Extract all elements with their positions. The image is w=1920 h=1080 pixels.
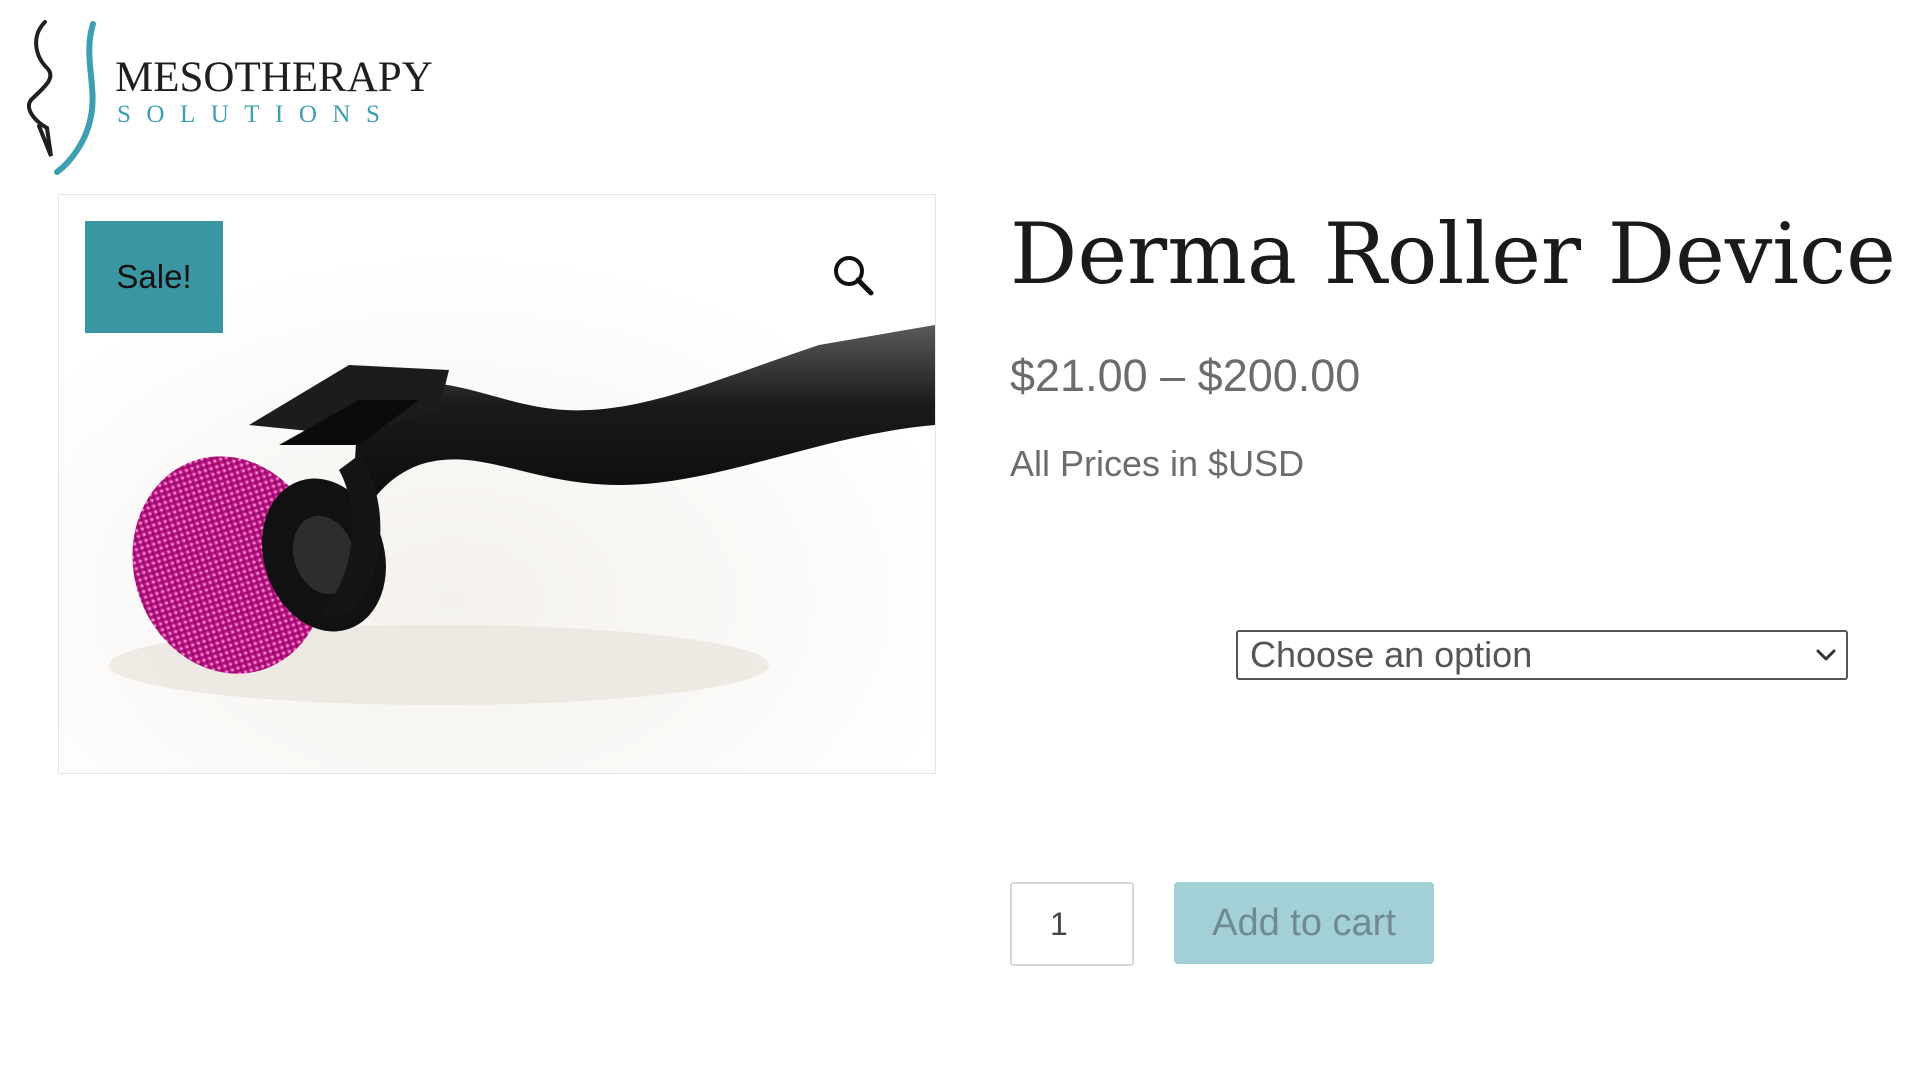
- product-title: Derma Roller Device: [1010, 205, 1896, 303]
- variation-select-value: Choose an option: [1250, 634, 1533, 675]
- zoom-button[interactable]: [823, 245, 883, 305]
- logo-mark-icon: [27, 20, 96, 175]
- quantity-input[interactable]: [1010, 882, 1134, 966]
- logo-wordmark: MESOTHERAPY: [115, 54, 433, 101]
- site-logo[interactable]: MESOTHERAPY SOLUTIONS: [25, 16, 445, 176]
- product-page: MESOTHERAPY SOLUTIONS Sale! Derma Roller…: [0, 0, 1920, 1080]
- search-icon: [834, 256, 874, 296]
- logo-tagline: SOLUTIONS: [117, 101, 396, 128]
- product-price-range: $21.00 – $200.00: [1010, 350, 1361, 401]
- variation-select[interactable]: Choose an option: [1236, 630, 1848, 680]
- product-gallery: Sale!: [58, 194, 936, 774]
- chevron-down-icon: [1806, 648, 1846, 662]
- add-to-cart-button[interactable]: Add to cart: [1174, 882, 1434, 964]
- price-currency-note: All Prices in $USD: [1010, 443, 1305, 484]
- sale-badge: Sale!: [85, 221, 223, 333]
